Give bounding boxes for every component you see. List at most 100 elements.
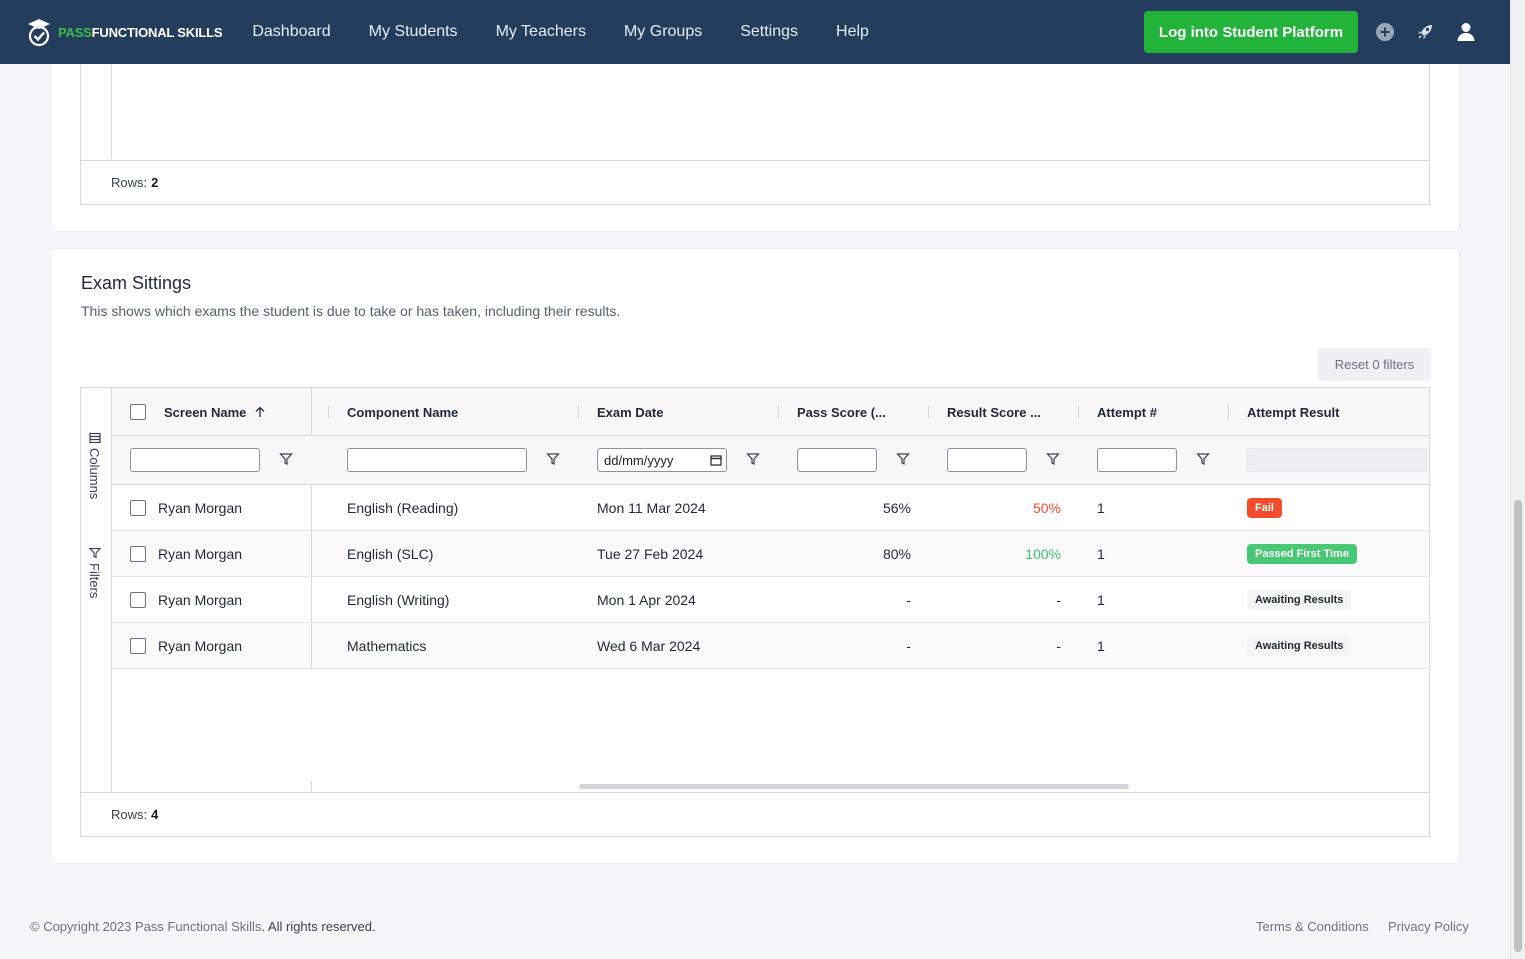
attempt-result-filter-disabled (1247, 448, 1427, 472)
status-badge: Awaiting Results (1247, 590, 1352, 610)
cell-attempt-result: Fail (1247, 485, 1282, 531)
header-component-name[interactable]: Component Name (347, 388, 458, 436)
attempt-filter-input[interactable] (1097, 448, 1177, 472)
status-badge: Passed First Time (1247, 544, 1357, 564)
nav-help[interactable]: Help (836, 23, 869, 41)
rocket-icon[interactable] (1414, 21, 1436, 43)
filter-icon[interactable] (1196, 452, 1210, 466)
cell-screen-name: Ryan Morgan (158, 592, 243, 608)
cell-exam-date: Tue 27 Feb 2024 (597, 546, 704, 562)
date-placeholder: dd/mm/yyyy (604, 452, 674, 468)
pinned-column-divider (311, 388, 312, 436)
filter-icon[interactable] (746, 452, 760, 466)
nav-my-groups[interactable]: My Groups (624, 23, 702, 41)
filter-icon (88, 547, 101, 559)
table-row[interactable]: Ryan Morgan English (SLC) Tue 27 Feb 202… (112, 531, 1429, 577)
cell-exam-date: Wed 6 Mar 2024 (597, 638, 701, 654)
screen-name-filter-input[interactable] (130, 448, 260, 472)
header-attempt-result[interactable]: Attempt Result (1247, 388, 1339, 436)
exam-date-filter-input[interactable]: dd/mm/yyyy (597, 448, 727, 472)
login-student-platform-button[interactable]: Log into Student Platform (1144, 11, 1358, 53)
header-attempt-number[interactable]: Attempt # (1097, 388, 1157, 436)
cell-attempt-number: 1 (1097, 546, 1105, 562)
exam-grid: Columns Filters Screen Name Component Na… (80, 387, 1430, 837)
top-nav: PASSFUNCTIONAL SKILLS Dashboard My Stude… (0, 0, 1510, 64)
rows-label: Rows: (111, 175, 148, 190)
header-exam-date[interactable]: Exam Date (597, 388, 663, 436)
table-row[interactable]: Ryan Morgan English (Writing) Mon 1 Apr … (112, 577, 1429, 623)
nav-my-students[interactable]: My Students (369, 23, 458, 41)
previous-section-card: Rows: 2 (50, 39, 1460, 232)
nav-settings[interactable]: Settings (740, 23, 798, 41)
grid-filter-row: dd/mm/yyyy (112, 436, 1429, 485)
cell-attempt-number: 1 (1097, 500, 1105, 516)
component-name-filter-input[interactable] (347, 448, 527, 472)
header-separator[interactable] (578, 405, 579, 419)
terms-link[interactable]: Terms & Conditions (1256, 919, 1369, 934)
cell-attempt-number: 1 (1097, 638, 1105, 654)
columns-tab[interactable]: Columns (87, 432, 102, 499)
grid-header-row: Screen Name Component Name Exam Date Pas… (112, 388, 1429, 436)
section-description: This shows which exams the student is du… (81, 303, 621, 319)
cell-pass-score: - (906, 592, 911, 608)
row-checkbox[interactable] (130, 592, 146, 608)
horizontal-scrollbar[interactable] (579, 784, 1129, 789)
copyright: © Copyright 2023 Pass Functional Skills.… (30, 919, 376, 934)
plus-icon[interactable] (1374, 21, 1396, 43)
nav-dashboard[interactable]: Dashboard (252, 23, 330, 41)
cell-exam-date: Mon 11 Mar 2024 (597, 500, 706, 516)
status-badge: Fail (1247, 498, 1282, 518)
row-checkbox[interactable] (130, 500, 146, 516)
cell-component-name: English (SLC) (347, 546, 434, 562)
header-separator[interactable] (1228, 405, 1229, 419)
filters-tab[interactable]: Filters (87, 547, 102, 598)
cell-component-name: English (Writing) (347, 592, 450, 608)
header-separator[interactable] (1078, 405, 1079, 419)
header-result-score[interactable]: Result Score ... (947, 388, 1041, 436)
nav-my-teachers[interactable]: My Teachers (496, 23, 586, 41)
exam-grid-rows-footer: Rows: 4 (81, 792, 1429, 836)
pinned-column-divider (311, 531, 312, 576)
privacy-link[interactable]: Privacy Policy (1388, 919, 1469, 934)
cell-pass-score: - (906, 638, 911, 654)
section-title: Exam Sittings (81, 273, 192, 293)
pinned-column-divider (311, 623, 312, 668)
select-all-checkbox[interactable] (130, 404, 146, 420)
cell-pass-score: 80% (882, 546, 911, 562)
header-screen-name[interactable]: Screen Name (164, 388, 266, 436)
copyright-prefix: © Copyright 2023 Pass Functional Skills (30, 919, 262, 934)
cell-result-score: - (1056, 592, 1061, 608)
calendar-icon[interactable] (710, 454, 722, 466)
table-row[interactable]: Ryan Morgan Mathematics Wed 6 Mar 2024 -… (112, 623, 1429, 669)
user-icon[interactable] (1455, 21, 1477, 43)
header-separator[interactable] (928, 405, 929, 419)
page-scrollbar-thumb[interactable] (1514, 500, 1522, 952)
header-screen-name-label: Screen Name (164, 404, 247, 420)
pinned-column-divider (311, 485, 312, 530)
filter-icon[interactable] (896, 452, 910, 466)
header-separator[interactable] (778, 405, 779, 419)
row-checkbox[interactable] (130, 546, 146, 562)
filter-icon[interactable] (1046, 452, 1060, 466)
cell-screen-name: Ryan Morgan (158, 638, 243, 654)
filter-icon[interactable] (546, 452, 560, 466)
cell-screen-name: Ryan Morgan (158, 546, 243, 562)
cell-screen-name: Ryan Morgan (158, 500, 243, 516)
row-checkbox[interactable] (130, 638, 146, 654)
header-separator[interactable] (328, 405, 329, 419)
filters-tab-label: Filters (87, 563, 102, 599)
filter-icon[interactable] (279, 452, 293, 466)
pass-score-filter-input[interactable] (797, 448, 877, 472)
cell-result-score: - (1056, 638, 1061, 654)
cell-component-name: Mathematics (347, 638, 427, 654)
cell-exam-date: Mon 1 Apr 2024 (597, 592, 696, 608)
logo[interactable]: PASSFUNCTIONAL SKILLS (26, 16, 223, 48)
reset-filters-button[interactable]: Reset 0 filters (1318, 348, 1431, 381)
header-pass-score[interactable]: Pass Score (... (797, 388, 886, 436)
cell-component-name: English (Reading) (347, 500, 459, 516)
cell-attempt-result: Awaiting Results (1247, 623, 1352, 669)
result-score-filter-input[interactable] (947, 448, 1027, 472)
columns-tab-label: Columns (87, 448, 102, 500)
table-row[interactable]: Ryan Morgan English (Reading) Mon 11 Mar… (112, 485, 1429, 531)
logo-text: PASSFUNCTIONAL SKILLS (58, 24, 223, 40)
